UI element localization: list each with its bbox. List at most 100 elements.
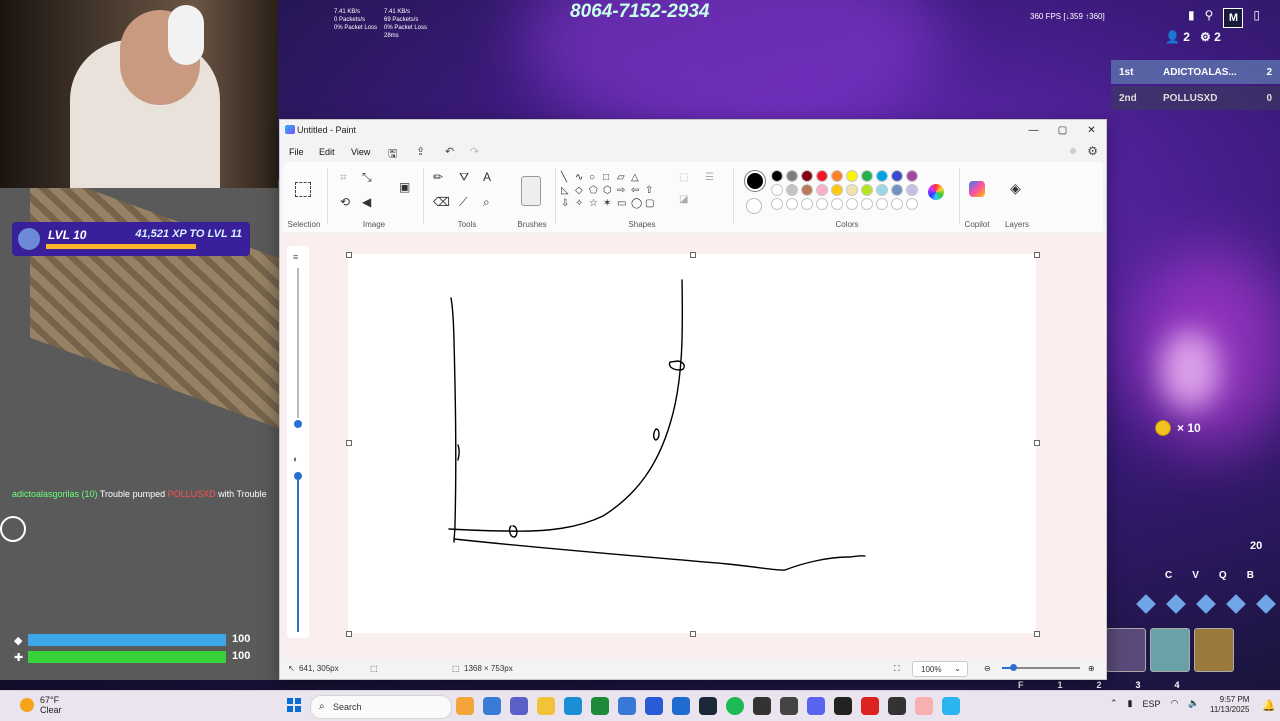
color-swatch[interactable] [906,198,918,210]
color-swatch[interactable] [786,170,798,182]
color-swatch[interactable] [801,170,813,182]
start-button[interactable] [287,698,301,712]
rotate-icon[interactable]: ⟲ [340,195,350,209]
color-2-swatch[interactable] [746,198,762,214]
input-language[interactable]: ESP [1143,699,1161,709]
crop-icon[interactable]: ⌗ [340,170,347,185]
color-swatch[interactable] [846,170,858,182]
size-slider[interactable] [294,420,302,428]
wall-icon[interactable] [1136,594,1156,614]
xbox-icon[interactable] [591,697,609,715]
color-swatch[interactable] [861,170,873,182]
color-swatch[interactable] [891,184,903,196]
color-swatch[interactable] [831,170,843,182]
teams-icon[interactable] [510,697,528,715]
color-swatch[interactable] [861,184,873,196]
color-swatch[interactable] [906,170,918,182]
brush-icon[interactable] [521,176,541,206]
taskbar-search[interactable]: ⌕ Search [310,695,452,719]
color-picker-icon[interactable]: ⟋ [459,195,467,210]
fill-icon[interactable]: ◪ [679,194,688,205]
floor-icon[interactable] [1166,594,1186,614]
title-bar[interactable]: Untitled - Paint — ▢ ✕ [280,120,1106,140]
widgets-icon[interactable] [456,697,474,715]
recording-icon[interactable] [861,697,879,715]
calendar-icon[interactable] [780,697,798,715]
color-swatch[interactable] [786,198,798,210]
resize-handle[interactable] [1034,440,1040,446]
notification-bell-icon[interactable]: 🔔 [1262,699,1276,712]
resize-handle[interactable] [346,252,352,258]
menu-view[interactable]: View [351,147,370,157]
close-button[interactable]: ✕ [1077,120,1106,140]
resize-handle[interactable] [346,631,352,637]
file-explorer-icon[interactable] [537,697,555,715]
pencil-icon[interactable]: ✏ [433,170,443,184]
color-swatch[interactable] [771,198,783,210]
undo-icon[interactable]: ↶ [445,145,454,158]
roof-icon[interactable] [1256,594,1276,614]
magnifier-icon[interactable]: ⌕ [483,195,490,210]
color-swatch[interactable] [861,198,873,210]
color-swatch[interactable] [846,184,858,196]
opacity-slider[interactable] [294,472,302,480]
map-key[interactable]: M [1223,8,1244,28]
account-icon[interactable] [1070,148,1076,154]
eraser-icon[interactable]: ⌫ [433,195,450,209]
fit-to-window-icon[interactable]: ⛶ [894,664,900,674]
clock[interactable]: 9:57 PM 11/13/2025 [1210,695,1249,715]
resize-handle[interactable] [690,631,696,637]
weather-widget[interactable]: 67°F Clear [20,695,62,715]
color-swatch[interactable] [786,184,798,196]
resize-handle[interactable] [690,252,696,258]
color-swatch[interactable] [816,184,828,196]
color-swatch[interactable] [891,170,903,182]
flip-icon[interactable]: ◀ [362,195,371,209]
hotbar-slot[interactable] [1194,628,1234,672]
fill-bucket-icon[interactable]: ⛛ [459,170,469,185]
steam-icon[interactable] [699,697,717,715]
copilot-icon[interactable] [969,181,985,197]
color-swatch[interactable] [876,198,888,210]
color-swatch[interactable] [816,198,828,210]
color-swatch[interactable] [876,170,888,182]
app-tray-icon[interactable]: ▮ [1128,698,1133,709]
paint-taskbar-icon[interactable] [942,697,960,715]
zoom-in-icon[interactable]: ⊕ [1088,664,1095,673]
zoom-slider[interactable] [1010,664,1017,671]
epic-games-icon[interactable] [888,697,906,715]
color-swatch[interactable] [816,170,828,182]
shapes-gallery[interactable]: ╲ ∿ ○ □ ▱ △ ◺ ◇ ⬠ ⬡ ⇨ ⇦ ⇧ ⇩ ✧ ☆ ✶ ▭ ◯ ▢ [561,172,661,209]
cone-icon[interactable] [1226,594,1246,614]
layers-icon[interactable]: ◈ [1010,180,1021,197]
color-swatch[interactable] [876,184,888,196]
resize-handle[interactable] [1034,252,1040,258]
color-1-swatch[interactable] [745,171,765,191]
color-swatch[interactable] [831,198,843,210]
notion-icon[interactable] [753,697,771,715]
minimize-button[interactable]: — [1019,120,1048,140]
image-insert-icon[interactable]: ▣ [399,180,410,194]
color-swatch[interactable] [906,184,918,196]
zoom-dropdown[interactable]: 100% ⌄ [912,661,968,677]
color-swatch[interactable] [891,198,903,210]
spotify-icon[interactable] [726,697,744,715]
text-tool-icon[interactable]: A [483,170,491,184]
edge-icon[interactable] [564,697,582,715]
maximize-button[interactable]: ▢ [1048,120,1077,140]
hotbar-slot[interactable] [1106,628,1146,672]
settings-gear-icon[interactable]: ⚙ [1087,144,1098,158]
vscode-icon[interactable] [672,697,690,715]
zoom-out-icon[interactable]: ⊖ [984,664,991,673]
chevron-up-icon[interactable]: ⌃ [1110,698,1118,709]
wifi-icon[interactable]: ◠ [1171,698,1179,709]
color-swatch[interactable] [771,184,783,196]
stair-icon[interactable] [1196,594,1216,614]
copilot-taskbar-icon[interactable] [483,697,501,715]
color-swatch[interactable] [771,170,783,182]
chrome-icon[interactable] [645,697,663,715]
share-icon[interactable]: ⇪ [416,145,425,158]
color-swatch[interactable] [846,198,858,210]
volume-icon[interactable]: 🔈 [1188,698,1199,709]
security-icon[interactable] [618,697,636,715]
